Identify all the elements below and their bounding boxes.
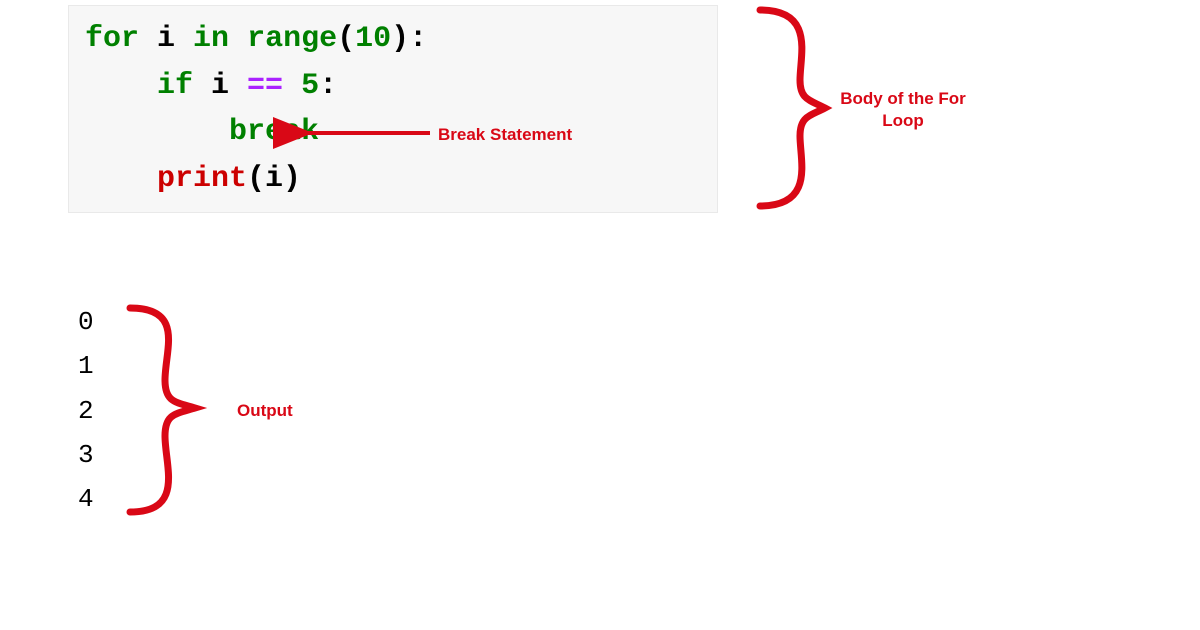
output-line: 2: [78, 389, 94, 433]
body-label: Body of the For Loop: [833, 88, 973, 132]
tok: (: [337, 22, 355, 56]
indent: [85, 115, 229, 149]
output-line: 0: [78, 300, 94, 344]
tok: if: [157, 69, 193, 103]
tok: range: [247, 22, 337, 56]
indent: [85, 69, 157, 103]
code-line-2: if i == 5:: [85, 63, 701, 110]
code-block: for i in range(10): if i == 5: break pri…: [68, 5, 718, 213]
code-line-4: print(i): [85, 156, 701, 203]
tok: i: [139, 22, 193, 56]
tok: i: [193, 69, 247, 103]
output-line: 1: [78, 344, 94, 388]
output-line: 4: [78, 477, 94, 521]
output-line: 3: [78, 433, 94, 477]
tok: ==: [247, 69, 283, 103]
tok: ):: [391, 22, 427, 56]
code-line-3: break: [85, 109, 701, 156]
indent: [85, 162, 157, 196]
tok: :: [319, 69, 337, 103]
tok: 5: [301, 69, 319, 103]
tok: for: [85, 22, 139, 56]
output-block: 0 1 2 3 4: [78, 300, 94, 521]
tok: in: [193, 22, 229, 56]
body-label-1: Body of the For: [840, 89, 966, 108]
tok: (i): [247, 162, 301, 196]
tok: print: [157, 162, 247, 196]
break-label: Break Statement: [438, 124, 572, 146]
body-label-2: Loop: [882, 111, 924, 130]
tok: [229, 22, 247, 56]
output-label: Output: [237, 400, 293, 422]
tok: 10: [355, 22, 391, 56]
tok: [283, 69, 301, 103]
code-line-1: for i in range(10):: [85, 16, 701, 63]
tok-break: break: [229, 115, 319, 149]
